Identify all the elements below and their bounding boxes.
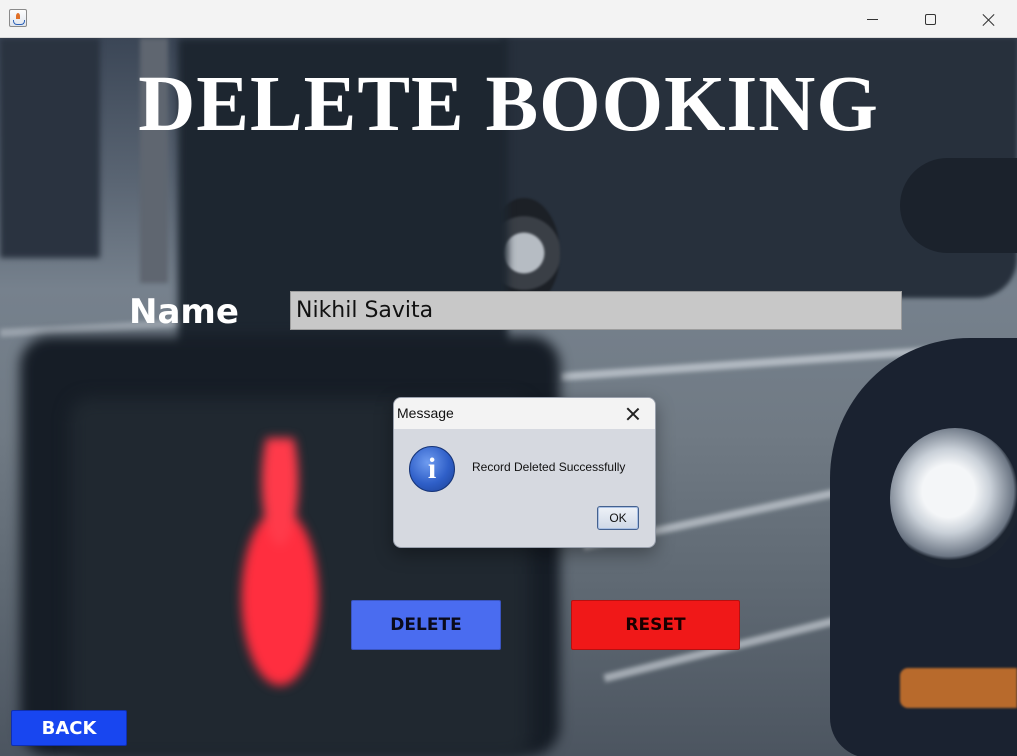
message-dialog: Message i Record Deleted Successfully OK [393, 397, 656, 548]
back-button[interactable]: BACK [11, 710, 127, 746]
background-pedestrian-light [210, 438, 350, 728]
close-icon [982, 13, 995, 26]
name-field[interactable]: Nikhil Savita [290, 291, 902, 330]
delete-button[interactable]: DELETE [351, 600, 501, 650]
dialog-message: Record Deleted Successfully [472, 460, 626, 474]
background-indicator-light [900, 668, 1017, 708]
background-headlight [890, 428, 1017, 568]
minimize-icon [866, 18, 878, 20]
minimize-button[interactable] [843, 0, 901, 38]
name-label: Name [129, 292, 239, 332]
window-titlebar [0, 0, 1017, 38]
dialog-title: Message [397, 405, 454, 421]
dialog-close-button[interactable] [620, 401, 646, 427]
window-close-button[interactable] [959, 0, 1017, 38]
dialog-titlebar: Message [394, 398, 655, 429]
reset-button[interactable]: RESET [571, 600, 740, 650]
maximize-icon [924, 13, 936, 25]
info-icon: i [409, 446, 455, 492]
page-title: DELETE BOOKING [138, 61, 879, 148]
background-mirror [900, 158, 1017, 253]
close-icon [627, 408, 639, 420]
maximize-button[interactable] [901, 0, 959, 38]
ok-button[interactable]: OK [597, 506, 639, 530]
java-cup-icon [9, 9, 27, 27]
